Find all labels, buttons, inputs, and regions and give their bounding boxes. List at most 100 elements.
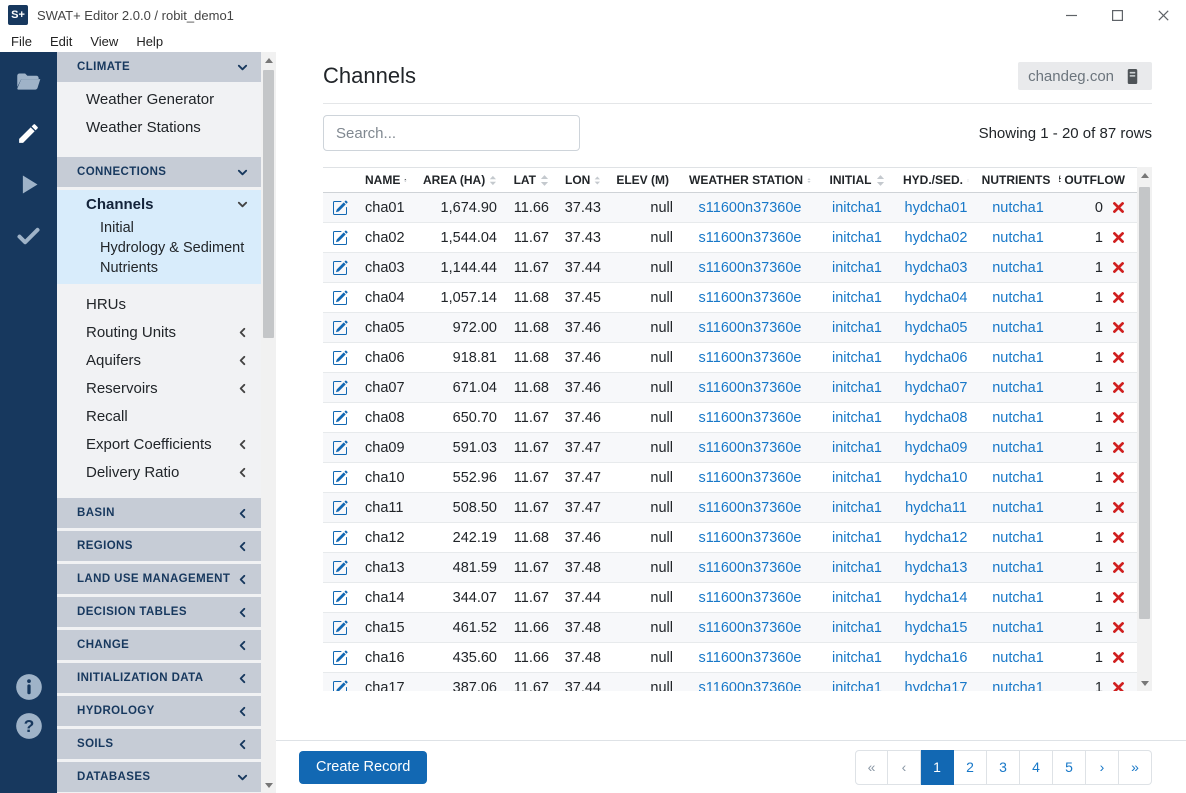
scroll-up-icon[interactable]: [261, 52, 276, 68]
link-initial[interactable]: initcha1: [832, 230, 882, 246]
edit-record-button[interactable]: [323, 560, 357, 576]
edit-record-button[interactable]: [323, 680, 357, 692]
link-initial[interactable]: initcha1: [832, 290, 882, 306]
next-page-button[interactable]: ›: [1086, 750, 1119, 785]
scroll-up-icon[interactable]: [1137, 167, 1152, 183]
sidebar-item-initial[interactable]: Initial: [57, 218, 261, 238]
delete-record-button[interactable]: [1112, 291, 1125, 304]
link-hyd_sed[interactable]: hydcha11: [905, 500, 967, 516]
link-hyd_sed[interactable]: hydcha15: [905, 620, 968, 636]
page-3-button[interactable]: 3: [987, 750, 1020, 785]
col-header-nutrients[interactable]: NUTRIENTS: [977, 173, 1059, 187]
link-nutrients[interactable]: nutcha1: [992, 410, 1044, 426]
edit-record-button[interactable]: [323, 290, 357, 306]
link-weather_station[interactable]: s11600n37360e: [699, 410, 802, 426]
link-hyd_sed[interactable]: hydcha14: [905, 590, 968, 606]
delete-record-button[interactable]: [1112, 351, 1125, 364]
edit-record-button[interactable]: [323, 230, 357, 246]
run-model-icon[interactable]: [15, 170, 43, 198]
link-weather_station[interactable]: s11600n37360e: [699, 620, 802, 636]
link-weather_station[interactable]: s11600n37360e: [699, 560, 802, 576]
sidebar-section-climate[interactable]: CLIMATE: [57, 52, 261, 82]
link-weather_station[interactable]: s11600n37360e: [699, 530, 802, 546]
first-page-button[interactable]: «: [855, 750, 888, 785]
delete-record-button[interactable]: [1112, 411, 1125, 424]
link-nutrients[interactable]: nutcha1: [992, 590, 1044, 606]
link-nutrients[interactable]: nutcha1: [992, 200, 1044, 216]
menu-edit[interactable]: Edit: [41, 34, 81, 49]
sidebar-section-change[interactable]: CHANGE: [57, 630, 261, 660]
link-initial[interactable]: initcha1: [832, 560, 882, 576]
link-hyd_sed[interactable]: hydcha01: [905, 200, 968, 216]
delete-record-button[interactable]: [1112, 531, 1125, 544]
link-nutrients[interactable]: nutcha1: [992, 290, 1044, 306]
col-header-initial[interactable]: INITIAL: [819, 173, 895, 187]
menu-help[interactable]: Help: [127, 34, 172, 49]
link-nutrients[interactable]: nutcha1: [992, 320, 1044, 336]
edit-record-button[interactable]: [323, 530, 357, 546]
delete-record-button[interactable]: [1112, 321, 1125, 334]
sidebar-section-decision-tables[interactable]: DECISION TABLES: [57, 597, 261, 627]
page-1-button[interactable]: 1: [921, 750, 954, 785]
table-scrollbar[interactable]: [1137, 167, 1152, 691]
sidebar-item-nutrients[interactable]: Nutrients: [57, 258, 261, 284]
link-initial[interactable]: initcha1: [832, 380, 882, 396]
link-initial[interactable]: initcha1: [832, 470, 882, 486]
link-initial[interactable]: initcha1: [832, 530, 882, 546]
link-nutrients[interactable]: nutcha1: [992, 380, 1044, 396]
edit-record-button[interactable]: [323, 500, 357, 516]
help-icon[interactable]: ?: [15, 712, 43, 740]
menu-view[interactable]: View: [81, 34, 127, 49]
scroll-down-icon[interactable]: [1137, 675, 1152, 691]
search-input[interactable]: [323, 115, 580, 151]
link-initial[interactable]: initcha1: [832, 590, 882, 606]
link-nutrients[interactable]: nutcha1: [992, 500, 1044, 516]
create-record-button[interactable]: Create Record: [299, 751, 427, 784]
link-initial[interactable]: initcha1: [832, 650, 882, 666]
table-scroll-thumb[interactable]: [1139, 187, 1150, 619]
sidebar-section-basin[interactable]: BASIN: [57, 498, 261, 528]
delete-record-button[interactable]: [1112, 201, 1125, 214]
link-nutrients[interactable]: nutcha1: [992, 260, 1044, 276]
link-hyd_sed[interactable]: hydcha17: [905, 680, 968, 692]
sidebar-item-recall[interactable]: Recall: [57, 402, 261, 430]
sidebar-section-soils[interactable]: SOILS: [57, 729, 261, 759]
edit-record-button[interactable]: [323, 410, 357, 426]
sidebar-item-delivery-ratio[interactable]: Delivery Ratio: [57, 458, 261, 486]
delete-record-button[interactable]: [1112, 651, 1125, 664]
page-2-button[interactable]: 2: [954, 750, 987, 785]
col-header-lat[interactable]: LAT: [505, 173, 557, 187]
scroll-down-icon[interactable]: [261, 777, 276, 793]
link-weather_station[interactable]: s11600n37360e: [699, 440, 802, 456]
col-header-area[interactable]: AREA (HA): [415, 173, 505, 187]
edit-record-button[interactable]: [323, 470, 357, 486]
link-nutrients[interactable]: nutcha1: [992, 680, 1044, 692]
minimize-button[interactable]: [1048, 0, 1094, 30]
delete-record-button[interactable]: [1112, 621, 1125, 634]
prev-page-button[interactable]: ‹: [888, 750, 921, 785]
link-nutrients[interactable]: nutcha1: [992, 230, 1044, 246]
col-header-name[interactable]: NAME: [357, 173, 415, 187]
link-initial[interactable]: initcha1: [832, 350, 882, 366]
link-nutrients[interactable]: nutcha1: [992, 530, 1044, 546]
link-hyd_sed[interactable]: hydcha16: [905, 650, 968, 666]
sidebar-item-weather-stations[interactable]: Weather Stations: [57, 113, 261, 141]
link-weather_station[interactable]: s11600n37360e: [699, 320, 802, 336]
edit-record-button[interactable]: [323, 380, 357, 396]
link-initial[interactable]: initcha1: [832, 500, 882, 516]
link-hyd_sed[interactable]: hydcha10: [905, 470, 968, 486]
link-initial[interactable]: initcha1: [832, 320, 882, 336]
open-project-icon[interactable]: [15, 68, 43, 96]
col-header-weather_station[interactable]: WEATHER STATION: [681, 173, 819, 187]
delete-record-button[interactable]: [1112, 501, 1125, 514]
col-header-elev[interactable]: ELEV (M): [609, 173, 681, 187]
link-hyd_sed[interactable]: hydcha05: [905, 320, 968, 336]
link-hyd_sed[interactable]: hydcha06: [905, 350, 968, 366]
link-weather_station[interactable]: s11600n37360e: [699, 350, 802, 366]
link-initial[interactable]: initcha1: [832, 620, 882, 636]
check-output-icon[interactable]: [15, 221, 43, 249]
sidebar-scroll-thumb[interactable]: [263, 70, 274, 338]
sidebar-section-initialization-data[interactable]: INITIALIZATION DATA: [57, 663, 261, 693]
edit-inputs-icon[interactable]: [15, 119, 43, 147]
delete-record-button[interactable]: [1112, 261, 1125, 274]
